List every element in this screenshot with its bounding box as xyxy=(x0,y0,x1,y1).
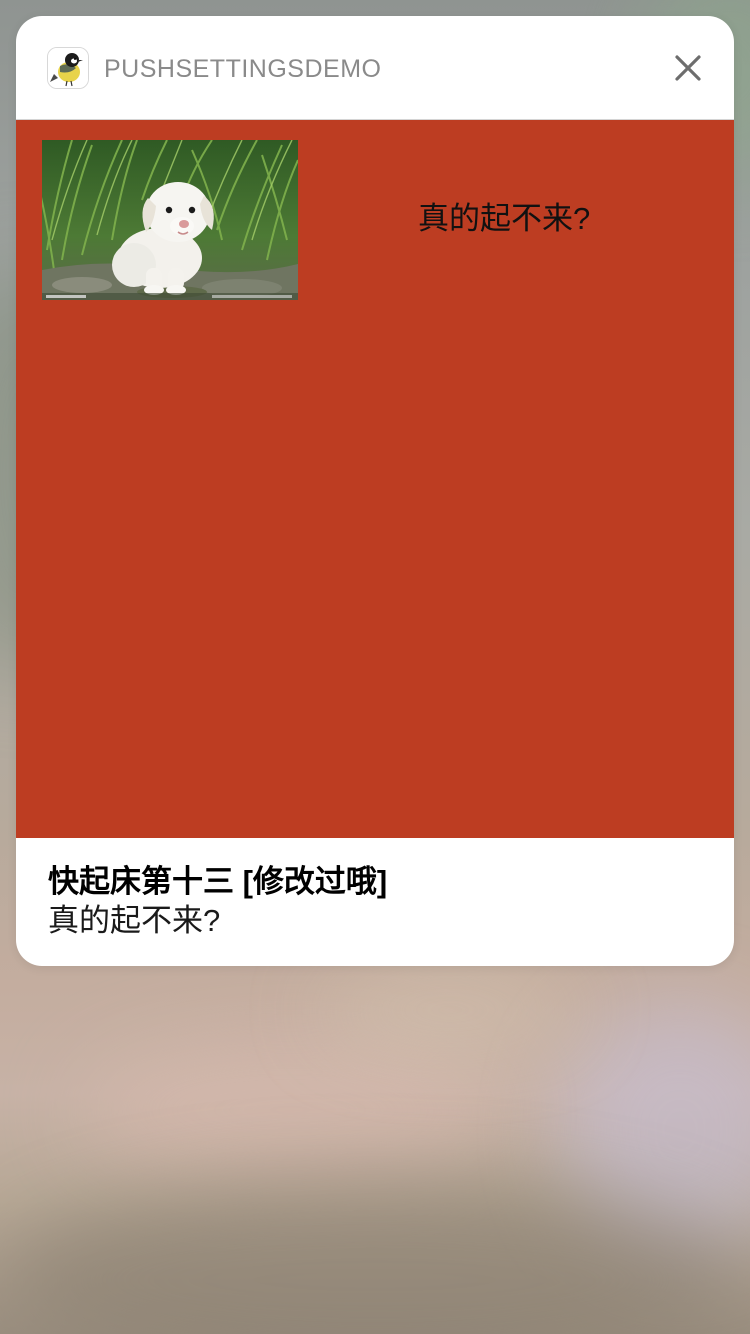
app-name: PUSHSETTINGSDEMO xyxy=(104,55,382,83)
notification-title: 快起床第十三 [修改过哦] xyxy=(48,864,388,899)
close-button[interactable] xyxy=(668,48,708,88)
notification-card[interactable]: PUSHSETTINGSDEMO 真的起不来? 快起床第十三 [修改过哦] 真的… xyxy=(16,16,734,966)
puppy-image xyxy=(42,140,298,300)
notification-body: 真的起不来? xyxy=(48,903,221,938)
bird-app-icon xyxy=(47,47,89,89)
close-icon xyxy=(675,55,701,81)
notification-content[interactable]: 真的起不来? xyxy=(16,120,734,838)
content-message: 真的起不来? xyxy=(418,201,591,236)
notification-header: PUSHSETTINGSDEMO xyxy=(16,16,734,120)
